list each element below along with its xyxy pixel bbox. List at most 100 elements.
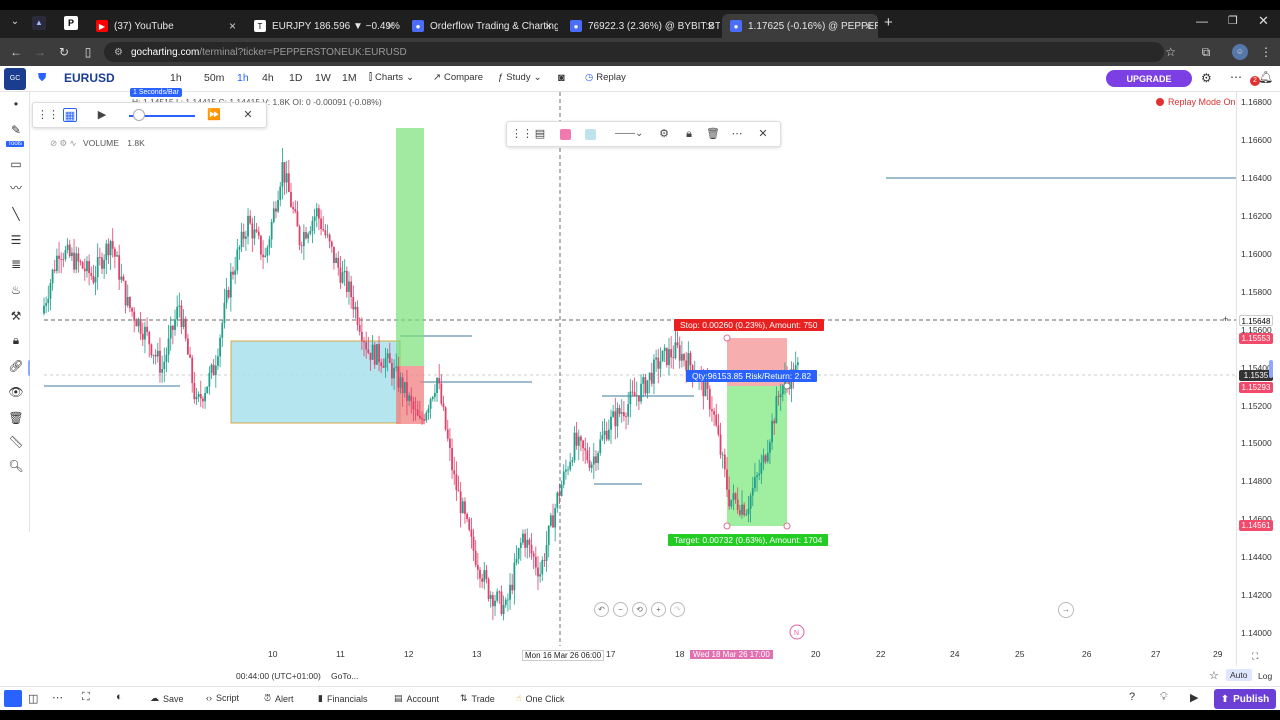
axis-scroll-handle[interactable] (1269, 360, 1273, 378)
pinned-tab-1[interactable]: ▲ (32, 16, 46, 30)
timeframe-option-3[interactable]: 1h (237, 72, 249, 84)
back-icon[interactable]: ← (8, 44, 24, 60)
new-tab-icon[interactable]: + (884, 14, 893, 31)
close-tab-icon[interactable]: × (865, 19, 872, 33)
close-toolbar-icon[interactable]: ✕ (756, 127, 770, 141)
url-field[interactable]: ⚙ gocharting.com/terminal?ticker=PEPPERS… (104, 42, 1176, 62)
hide-icon[interactable]: ⊘ ⚙ ∿ (50, 138, 77, 148)
time-axis[interactable]: 10 11 12 13 17 18 20 22 24 25 26 27 29 M… (234, 646, 1236, 666)
close-tab-icon[interactable]: × (229, 19, 236, 33)
fullscreen-icon[interactable]: ⛶ (82, 691, 90, 704)
theme-icon[interactable]: ◐ (116, 691, 123, 703)
lock-icon[interactable]: 🔒︎ (8, 332, 24, 348)
speed-slider-thumb[interactable] (133, 109, 145, 121)
split-layout-icon[interactable]: ◫ (28, 692, 38, 705)
pinned-tab-2[interactable]: P (64, 16, 78, 30)
browser-tab-youtube[interactable]: ▶ (37) YouTube × (88, 14, 242, 38)
zoom-out-button[interactable]: − (613, 602, 628, 617)
screenshot-button[interactable]: ◙ (558, 72, 565, 84)
alert-button[interactable]: ⏰︎ Alert (264, 693, 294, 704)
timeframe-option-6[interactable]: 1W (315, 72, 331, 84)
script-button[interactable]: ‹› Script (206, 693, 239, 703)
video-icon[interactable]: ▶ (1190, 691, 1198, 704)
reload-icon[interactable]: ↻ (56, 44, 72, 60)
restore-icon[interactable]: ❐ (1228, 14, 1238, 27)
timeframe-option-4[interactable]: 4h (262, 72, 274, 84)
bookmark-star-icon[interactable]: ☆ (1165, 45, 1176, 59)
close-replay-icon[interactable]: ✕ (241, 108, 255, 122)
close-tab-icon[interactable]: × (545, 19, 552, 33)
lock-icon[interactable]: 🔒︎ (682, 127, 696, 141)
minimize-icon[interactable]: — (1196, 14, 1208, 28)
more-icon[interactable]: ⋯ (730, 127, 744, 141)
qty-label[interactable]: Qty:96153.85 Risk/Return: 2.82 (686, 370, 818, 382)
save-button[interactable]: ☁ Save (150, 693, 184, 704)
close-tab-icon[interactable]: × (387, 19, 394, 33)
notification-bell-icon[interactable]: 🔔︎ (1258, 70, 1273, 84)
entry-handle[interactable] (783, 382, 791, 390)
favorite-star-icon[interactable]: ☆ (1209, 669, 1219, 682)
extensions-icon[interactable]: ⧉ (1198, 44, 1214, 60)
border-color-swatch[interactable] (585, 129, 596, 140)
stop-label[interactable]: Stop: 0.00260 (0.23%), Amount: 750 (674, 319, 824, 331)
single-layout-icon[interactable] (4, 690, 22, 707)
line-style-dropdown[interactable]: ——⌄ (615, 128, 643, 139)
target-handle[interactable] (723, 522, 731, 530)
timeframe-option-7[interactable]: 1M (342, 72, 357, 84)
stop-handle[interactable] (723, 334, 731, 342)
timeframe-option-1[interactable]: 1h (170, 72, 182, 84)
target-handle-right[interactable] (783, 522, 791, 530)
replay-button[interactable]: ◷ Replay (585, 72, 626, 83)
trash-icon[interactable]: 🗑︎ (8, 410, 24, 426)
browser-tab-eurjpy[interactable]: T EURJPY 186.596 ▼ −0.49% DU × (246, 14, 400, 38)
measure-tool-icon[interactable]: ⚒ (8, 308, 24, 324)
account-button[interactable]: ▤ Account (394, 693, 439, 704)
side-panel-icon[interactable]: ▯ (80, 44, 96, 60)
charts-button[interactable]: ⫿ Charts ⌄ (369, 72, 414, 83)
tab-search-button[interactable]: ⌄ (8, 16, 22, 30)
play-icon[interactable]: ▶ (95, 108, 109, 122)
auto-scale-toggle[interactable]: Auto (1226, 669, 1252, 681)
timeframe-option-5[interactable]: 1D (289, 72, 302, 84)
price-chart[interactable]: N Stop: 0.00260 (0.23%), Amount: 750 Qty… (30, 92, 1236, 666)
one-click-button[interactable]: ☝ One Click (516, 693, 565, 704)
pitchfork-tool-icon[interactable]: ≣ (8, 256, 24, 272)
settings-icon[interactable]: ⚙ (657, 127, 671, 141)
financials-button[interactable]: ▮ Financials (318, 693, 367, 704)
link-icon[interactable]: 🔗︎ (8, 358, 24, 374)
drag-handle-icon[interactable]: ⋮⋮ (511, 127, 533, 141)
log-scale-toggle[interactable]: Log (1258, 671, 1272, 681)
crosshair-icon[interactable]: • (8, 96, 24, 112)
forward-step-icon[interactable]: ⏩ (207, 108, 221, 122)
target-label[interactable]: Target: 0.00732 (0.63%), Amount: 1704 (668, 534, 829, 546)
undo-button[interactable]: ↶ (594, 602, 609, 617)
zoom-in-button[interactable]: + (651, 602, 666, 617)
template-icon[interactable]: ▤ (533, 127, 547, 141)
calendar-icon[interactable]: ▦ (63, 108, 77, 122)
compare-button[interactable]: ↗ Compare (433, 72, 483, 83)
study-button[interactable]: ƒ Study ⌄ (498, 72, 542, 83)
drag-handle-icon[interactable]: ⋮⋮ (37, 108, 59, 122)
close-window-icon[interactable]: ✕ (1258, 13, 1269, 29)
site-info-icon[interactable]: ⚙ (114, 47, 123, 58)
forward-icon[interactable]: → (32, 44, 48, 60)
fib-tool-icon[interactable]: ☰ (8, 232, 24, 248)
redo-button[interactable]: ↷ (670, 602, 685, 617)
browser-menu-icon[interactable]: ⋮ (1258, 44, 1274, 60)
long-target-zone-1[interactable] (396, 128, 424, 366)
fill-color-swatch[interactable] (560, 129, 571, 140)
help-icon[interactable]: ? (1129, 691, 1135, 703)
rectangle-tool-icon[interactable]: ▭ (8, 156, 24, 172)
trade-button[interactable]: ⇅ Trade (460, 693, 495, 704)
price-axis[interactable]: 1.16800 1.16600 1.16400 1.16200 1.16000 … (1236, 92, 1280, 666)
browser-tab-eurusd[interactable]: ● 1.17625 (-0.16%) @ PEPPERSTO × (722, 14, 878, 38)
eye-icon[interactable]: 👁︎ (8, 384, 24, 400)
path-tool-icon[interactable]: 〰 (8, 180, 24, 196)
settings-icon[interactable]: ⚙ (1201, 71, 1212, 85)
browser-tab-orderflow[interactable]: ● Orderflow Trading & Charting P × (404, 14, 558, 38)
candlestick-chart[interactable]: N (30, 92, 1236, 666)
publish-button[interactable]: ⬆ Publish (1214, 689, 1276, 709)
more-layouts-icon[interactable]: ⋯ (52, 691, 63, 704)
profile-avatar[interactable]: ☺ (1232, 44, 1248, 60)
position-target-zone[interactable] (727, 386, 787, 526)
